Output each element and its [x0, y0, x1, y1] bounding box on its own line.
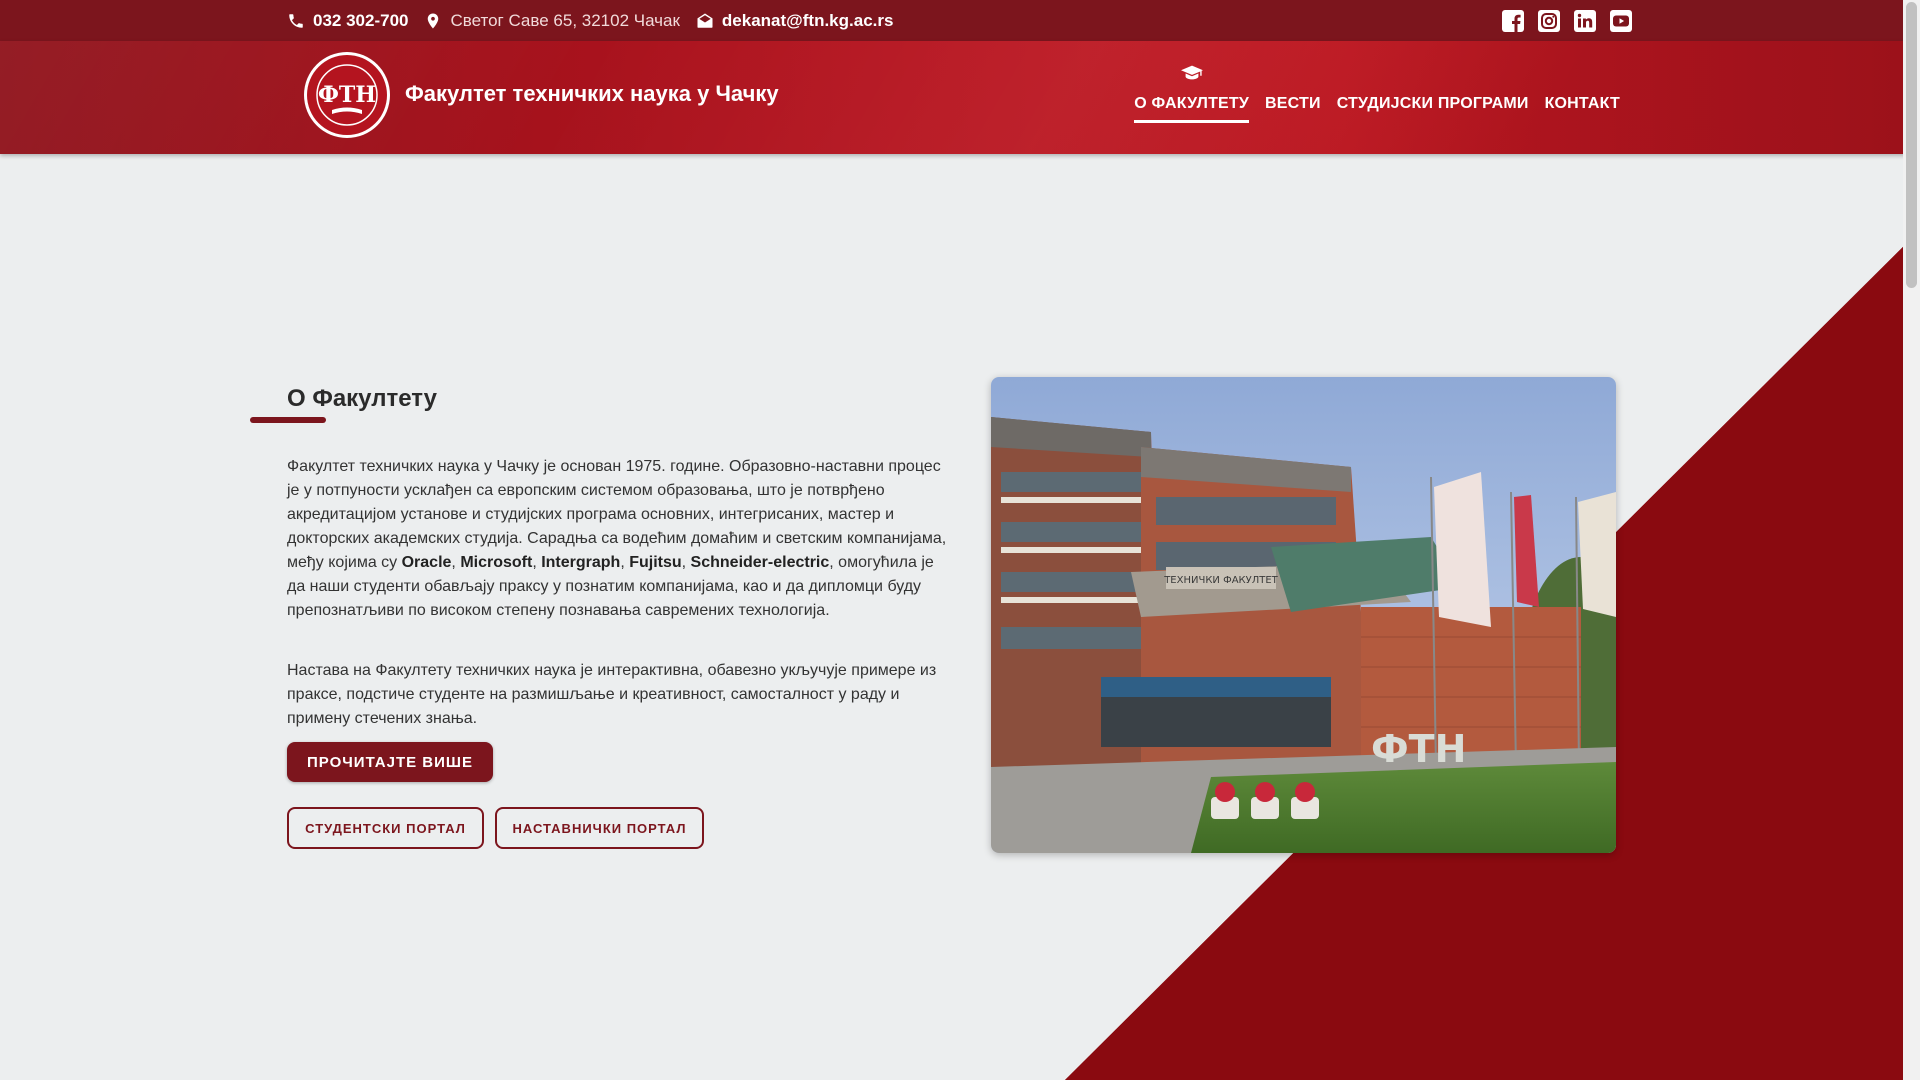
section-title: О Факултету — [287, 385, 437, 412]
nav-label-news: ВЕСТИ — [1265, 95, 1321, 112]
map-pin-icon — [428, 13, 439, 28]
email-address: dekanat@ftn.kg.ac.rs — [721, 10, 894, 30]
nav-item-programs[interactable]: СТУДИЈСКИ ПРОГРАМИ — [1337, 95, 1529, 123]
teacher-portal-button[interactable]: НАСТАВНИЧКИ ПОРТАЛ — [495, 807, 704, 849]
address-text: Светог Саве 65, 32102 Чачак — [450, 10, 680, 30]
about-paragraph-2: Настава на Факултету техничких наука је … — [287, 662, 937, 727]
logo-text: ФТН — [318, 82, 376, 108]
company-schneider: Schneider-electric — [690, 554, 830, 571]
faculty-building-photo: ТЕХНИЧКИ ФАКУЛТЕТ ФТН — [991, 377, 1616, 853]
instagram-icon[interactable] — [1537, 9, 1561, 33]
nav-label-contact: КОНТАКТ — [1544, 95, 1620, 112]
company-microsoft: Microsoft — [460, 554, 533, 571]
email-contact[interactable]: dekanat@ftn.kg.ac.rs — [696, 10, 894, 31]
student-portal-button[interactable]: СТУДЕНТСКИ ПОРТАЛ — [287, 807, 484, 849]
scrollbar-thumb[interactable] — [1906, 2, 1917, 288]
company-fujitsu: Fujitsu — [629, 554, 682, 571]
faculty-logo[interactable]: ФТН — [302, 50, 392, 140]
nav-item-news[interactable]: ВЕСТИ — [1265, 95, 1321, 123]
title-underline — [250, 417, 326, 423]
facebook-icon[interactable] — [1501, 9, 1525, 33]
company-intergraph: Intergraph — [541, 554, 621, 571]
company-oracle: Oracle — [401, 554, 452, 571]
phone-contact[interactable]: 032 302-700 — [287, 11, 408, 31]
nav-item-about[interactable]: О ФАКУЛТЕТУ — [1134, 65, 1250, 123]
graduation-cap-icon — [1180, 65, 1203, 80]
phone-number: 032 302-700 — [313, 10, 409, 30]
youtube-icon[interactable] — [1609, 9, 1633, 33]
address-contact: Светог Саве 65, 32102 Чачак — [424, 10, 680, 31]
site-title[interactable]: Факултет техничких наука у Чачку — [405, 81, 779, 107]
phone-icon — [289, 13, 303, 28]
linkedin-icon[interactable] — [1573, 9, 1597, 33]
nav-label-about: О ФАКУЛТЕТУ — [1134, 95, 1250, 112]
social-links — [1501, 9, 1633, 33]
envelope-open-icon — [697, 13, 713, 28]
nav-label-programs: СТУДИЈСКИ ПРОГРАМИ — [1336, 95, 1529, 112]
nav-item-contact[interactable]: КОНТАКТ — [1545, 95, 1620, 123]
contact-info: 032 302-700 Светог Саве 65, 32102 Чачак … — [287, 11, 893, 31]
about-paragraph-1: Факултет техничких наука у Чачку је осно… — [287, 458, 947, 619]
top-bar: 032 302-700 Светог Саве 65, 32102 Чачак … — [0, 0, 1920, 41]
page-scrollbar[interactable] — [1903, 0, 1920, 1080]
building-sign: ТЕХНИЧКИ ФАКУЛТЕТ — [1163, 575, 1278, 586]
read-more-button[interactable]: ПРОЧИТАЈТЕ ВИШЕ — [287, 742, 493, 782]
hedge-letters: ФТН — [1371, 727, 1466, 771]
main-header: ФТН Факултет техничких наука у Чачку О Ф… — [0, 41, 1920, 154]
main-nav: О ФАКУЛТЕТУ ВЕСТИ СТУДИЈСКИ ПРОГРАМИ КОН… — [1134, 65, 1620, 123]
